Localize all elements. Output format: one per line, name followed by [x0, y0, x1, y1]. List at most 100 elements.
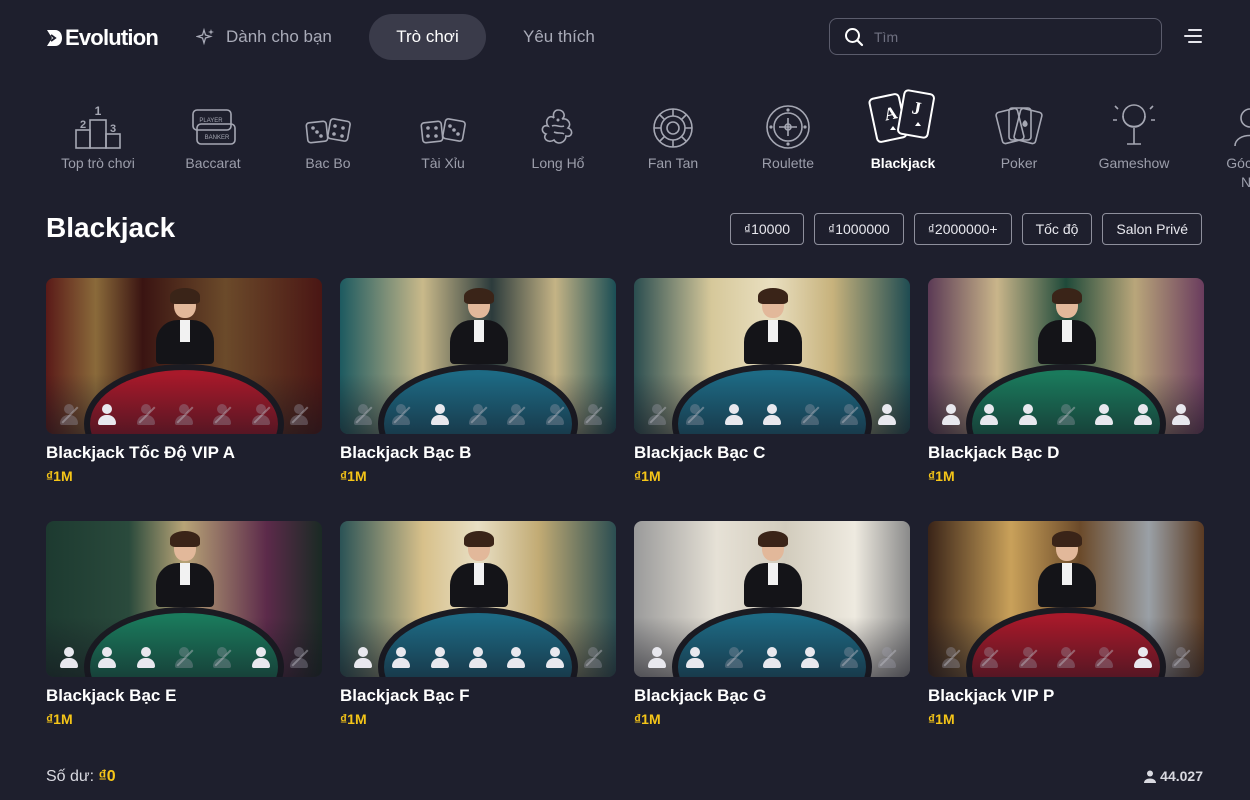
- dice-icon: [305, 118, 351, 144]
- category-long-ho[interactable]: Long Hổ: [503, 84, 613, 194]
- game-thumbnail[interactable]: [340, 521, 616, 677]
- section-title: Blackjack: [46, 212, 176, 243]
- svg-text:3: 3: [110, 123, 116, 135]
- category-baccarat[interactable]: PLAYER BANKER Baccarat: [158, 84, 268, 194]
- filter-chip-speed[interactable]: Tốc độ: [1021, 213, 1093, 245]
- category-fan-tan[interactable]: Fan Tan: [618, 84, 728, 194]
- seat-free-icon: [978, 647, 1000, 669]
- game-card[interactable]: Blackjack Bạc E ₫1M: [46, 521, 322, 727]
- game-card[interactable]: Blackjack VIP P ₫1M: [928, 521, 1204, 727]
- search-input[interactable]: [874, 28, 1144, 45]
- category-label: Fan Tan: [647, 155, 699, 171]
- game-thumbnail[interactable]: [928, 278, 1204, 434]
- game-card[interactable]: Blackjack Bạc B ₫1M: [340, 278, 616, 484]
- svg-text:2: 2: [80, 119, 86, 131]
- filter-chip-10000[interactable]: ₫10000: [729, 213, 805, 245]
- game-min-bet: ₫1M: [46, 468, 73, 484]
- svg-text:BANKER: BANKER: [205, 135, 230, 141]
- sparkle-icon: [196, 27, 214, 46]
- filter-chip-1000000[interactable]: ₫1000000: [814, 213, 904, 245]
- game-title[interactable]: Blackjack Bạc C: [634, 443, 910, 463]
- game-thumbnail[interactable]: [46, 278, 322, 434]
- svg-text:1: 1: [95, 104, 102, 118]
- seat-indicators: [936, 404, 1196, 426]
- seat-free-icon: [544, 404, 566, 426]
- nav-for-you-label: Dành cho bạn: [226, 27, 332, 46]
- dealer-icon: [1234, 108, 1250, 147]
- category-blackjack[interactable]: A J Blackjack: [848, 84, 958, 194]
- nav-games-tab[interactable]: Trò chơi: [369, 14, 486, 60]
- game-card[interactable]: Blackjack Bạc C ₫1M: [634, 278, 910, 484]
- seat-free-icon: [838, 647, 860, 669]
- baccarat-icon: PLAYER BANKER: [192, 109, 236, 145]
- seat-taken-icon: [799, 647, 821, 669]
- seat-taken-icon: [684, 647, 706, 669]
- nav-favorites-label: Yêu thích: [523, 27, 595, 46]
- seat-taken-icon: [723, 404, 745, 426]
- balance: Số dư: ₫0: [46, 768, 116, 786]
- category-dealer-corner[interactable]: Góc NhNh: [1190, 84, 1250, 194]
- nav-games-label: Trò chơi: [396, 27, 459, 46]
- game-thumbnail[interactable]: [634, 278, 910, 434]
- game-title[interactable]: Blackjack Bạc E: [46, 686, 322, 706]
- seat-free-icon: [940, 647, 962, 669]
- game-title[interactable]: Blackjack Bạc F: [340, 686, 616, 706]
- seat-free-icon: [173, 404, 195, 426]
- game-title[interactable]: Blackjack Bạc G: [634, 686, 910, 706]
- evolution-logo[interactable]: Evolution: [46, 24, 159, 52]
- search-box[interactable]: [829, 18, 1162, 55]
- evolution-logo-icon: [47, 30, 62, 46]
- category-label: Poker: [1000, 155, 1038, 171]
- seat-taken-icon: [978, 404, 1000, 426]
- playing-cards-icon: A J: [868, 89, 935, 143]
- filter-bar: ₫10000 ₫1000000 ₫2000000+ Tốc độ Salon P…: [729, 213, 1202, 245]
- game-card[interactable]: Blackjack Bạc D ₫1M: [928, 278, 1204, 484]
- seat-taken-icon: [646, 647, 668, 669]
- filter-chip-2000000-plus[interactable]: ₫2000000+: [913, 213, 1012, 245]
- top-bar: Evolution Dành cho bạn Trò chơi Yêu thíc…: [0, 0, 1250, 74]
- game-thumbnail[interactable]: [928, 521, 1204, 677]
- seat-taken-icon: [1017, 404, 1039, 426]
- category-label: Bac Bo: [305, 155, 351, 171]
- seat-free-icon: [876, 647, 898, 669]
- game-card[interactable]: Blackjack Bạc F ₫1M: [340, 521, 616, 727]
- seat-free-icon: [646, 404, 668, 426]
- nav-favorites[interactable]: Yêu thích: [523, 14, 595, 60]
- seat-taken-icon: [429, 404, 451, 426]
- seat-free-icon: [288, 404, 310, 426]
- nav-for-you[interactable]: Dành cho bạn: [196, 14, 332, 60]
- category-roulette[interactable]: Roulette: [733, 84, 843, 194]
- seat-free-icon: [1170, 647, 1192, 669]
- seat-free-icon: [288, 647, 310, 669]
- game-min-bet: ₫1M: [928, 711, 955, 727]
- seat-free-icon: [173, 647, 195, 669]
- game-card[interactable]: Blackjack Bạc G ₫1M: [634, 521, 910, 727]
- seat-taken-icon: [135, 647, 157, 669]
- category-poker[interactable]: Poker: [964, 84, 1074, 194]
- microphone-icon: [1113, 104, 1155, 145]
- game-card[interactable]: Blackjack Tốc Độ VIP A ₫1M: [46, 278, 322, 484]
- game-thumbnail[interactable]: [46, 521, 322, 677]
- svg-text:PLAYER: PLAYER: [199, 118, 223, 124]
- game-min-bet: ₫1M: [340, 468, 367, 484]
- seat-indicators: [642, 647, 902, 669]
- fan-tan-chip-icon: [653, 108, 693, 148]
- game-thumbnail[interactable]: [340, 278, 616, 434]
- game-min-bet: ₫1M: [340, 711, 367, 727]
- game-title[interactable]: Blackjack VIP P: [928, 686, 1204, 706]
- game-thumbnail[interactable]: [634, 521, 910, 677]
- game-title[interactable]: Blackjack Tốc Độ VIP A: [46, 443, 322, 463]
- category-gameshow[interactable]: Gameshow: [1079, 84, 1189, 194]
- seat-taken-icon: [1170, 404, 1192, 426]
- game-title[interactable]: Blackjack Bạc B: [340, 443, 616, 463]
- seat-free-icon: [390, 404, 412, 426]
- category-bac-bo[interactable]: Bac Bo: [273, 84, 383, 194]
- game-title[interactable]: Blackjack Bạc D: [928, 443, 1204, 463]
- menu-icon[interactable]: [1184, 29, 1202, 45]
- category-tai-xiu[interactable]: Tài Xỉu: [388, 84, 498, 194]
- search-icon: [845, 27, 864, 46]
- seat-free-icon: [352, 404, 374, 426]
- filter-chip-salon-prive[interactable]: Salon Privé: [1102, 213, 1202, 245]
- category-top-games[interactable]: 1 2 3 Top trò chơi: [43, 84, 153, 194]
- seat-taken-icon: [761, 404, 783, 426]
